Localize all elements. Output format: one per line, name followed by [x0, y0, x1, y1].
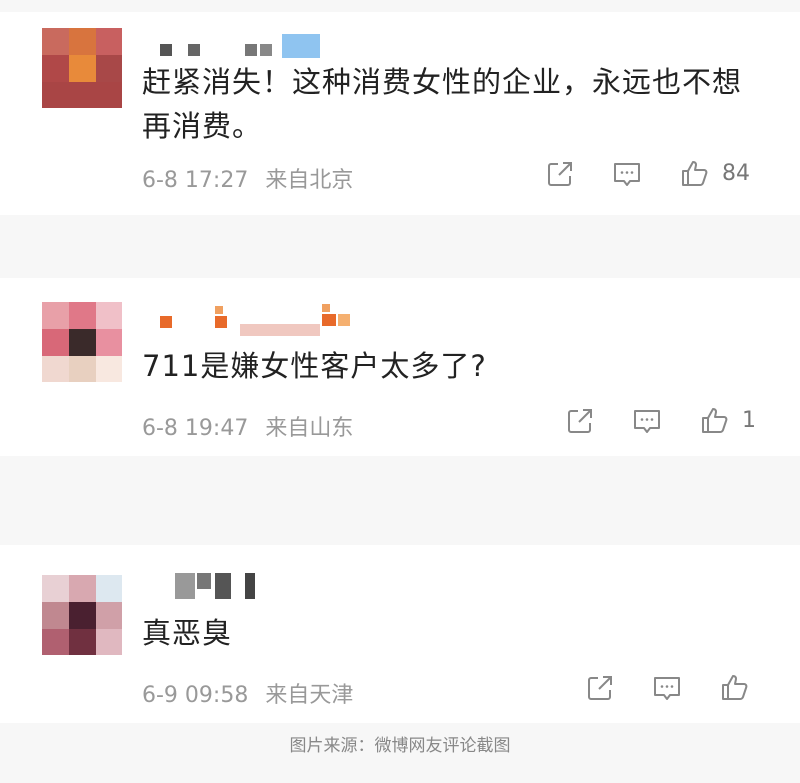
like-count: 1 — [742, 408, 756, 433]
comment-icon[interactable] — [612, 159, 642, 189]
comment-meta: 6-9 09:58 来自天津 — [142, 677, 363, 709]
comment-location: 来自山东 — [265, 416, 354, 441]
comment-icon[interactable] — [632, 406, 662, 436]
comment-location: 来自天津 — [265, 683, 354, 708]
username-mosaic[interactable] — [175, 573, 260, 599]
comment-text: 真恶臭 — [142, 616, 233, 650]
comment-meta: 6-8 17:27 来自北京 — [142, 162, 363, 194]
comment-date: 6-8 17:27 — [142, 168, 249, 193]
comment-card: 真恶臭 6-9 09:58 来自天津 — [0, 545, 800, 723]
comment-text: 赶紧消失！这种消费女性的企业，永远也不想再消费。 — [142, 65, 743, 143]
avatar[interactable] — [42, 575, 122, 655]
comment-card: 赶紧消失！这种消费女性的企业，永远也不想再消费。 6-8 17:27 来自北京 … — [0, 12, 800, 215]
comment-text: 711是嫌女性客户太多了? — [142, 349, 487, 383]
like-count: 84 — [722, 161, 750, 186]
share-icon[interactable] — [545, 159, 575, 189]
thumbs-up-icon[interactable] — [680, 158, 710, 188]
thumbs-up-icon[interactable] — [720, 672, 750, 702]
username-mosaic[interactable] — [160, 300, 360, 336]
thumbs-up-icon[interactable] — [700, 405, 730, 435]
comment-meta: 6-8 19:47 来自山东 — [142, 410, 363, 442]
avatar[interactable] — [42, 28, 122, 108]
share-icon[interactable] — [565, 406, 595, 436]
username-mosaic[interactable] — [160, 34, 325, 58]
avatar[interactable] — [42, 302, 122, 382]
image-caption: 图片来源：微博网友评论截图 — [289, 736, 511, 756]
comment-date: 6-8 19:47 — [142, 416, 249, 441]
comment-location: 来自北京 — [265, 168, 354, 193]
share-icon[interactable] — [585, 673, 615, 703]
comment-card: 711是嫌女性客户太多了? 6-8 19:47 来自山东 1 — [0, 278, 800, 456]
comment-date: 6-9 09:58 — [142, 683, 249, 708]
comment-icon[interactable] — [652, 673, 682, 703]
